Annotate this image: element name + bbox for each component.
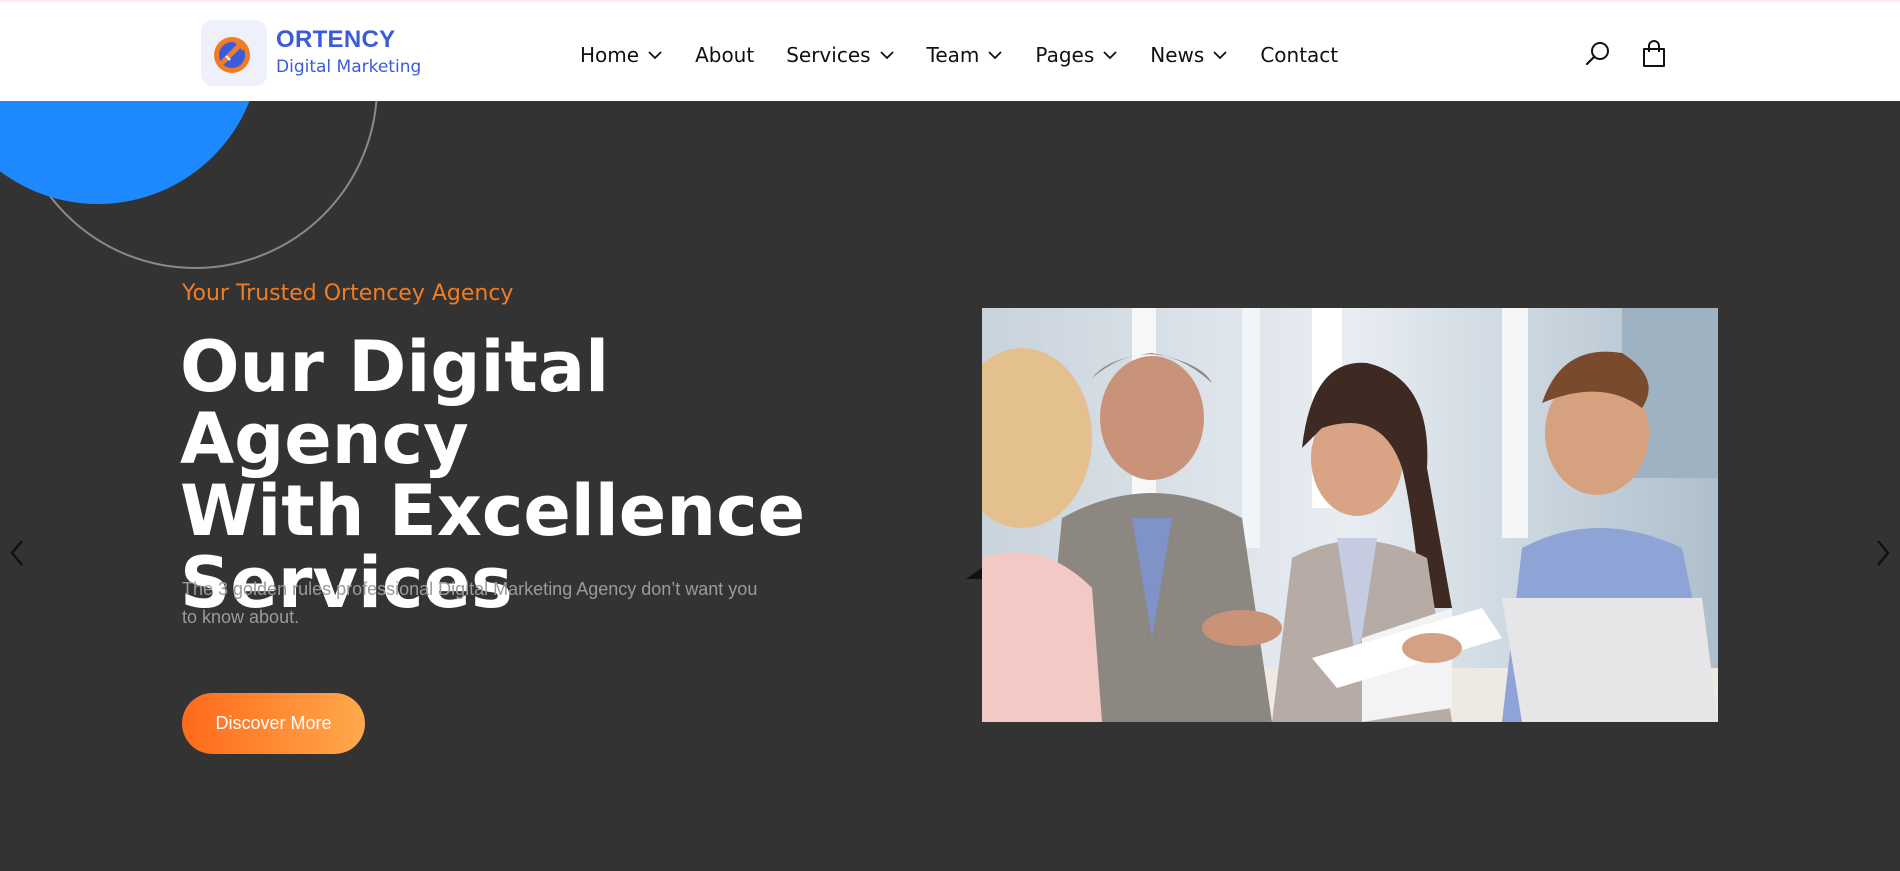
brand-tagline: Digital Marketing <box>276 57 422 77</box>
nav-item-label: Pages <box>1035 43 1095 67</box>
nav-item-team[interactable]: Team <box>927 43 1004 67</box>
chevron-down-icon <box>879 50 895 60</box>
hero-subtitle: Your Trusted Ortencey Agency <box>182 281 514 306</box>
nav-item-services[interactable]: Services <box>786 43 894 67</box>
nav-item-news[interactable]: News <box>1150 43 1228 67</box>
shopping-bag-icon[interactable] <box>1640 40 1668 68</box>
headline-line: Our Digital Agency <box>180 326 610 480</box>
chevron-down-icon <box>1102 50 1118 60</box>
search-icon[interactable] <box>1584 40 1612 68</box>
nav-item-pages[interactable]: Pages <box>1035 43 1118 67</box>
nav-item-label: Team <box>926 43 980 67</box>
chevron-left-icon[interactable] <box>0 535 32 571</box>
headline-line: With Excellence <box>180 470 806 552</box>
chevron-down-icon <box>987 50 1003 60</box>
nav-item-about[interactable]: About <box>695 43 754 67</box>
brand-name: ORTENCY <box>276 26 396 53</box>
nav-item-label: News <box>1150 43 1205 67</box>
nav-item-label: Home <box>580 43 640 67</box>
decorative-circles <box>0 101 378 269</box>
chevron-down-icon <box>1212 50 1228 60</box>
brand-logo[interactable]: ORTENCY Digital Marketing <box>201 20 421 86</box>
rocket-arrow-icon <box>201 20 267 86</box>
discover-more-button[interactable]: Discover More <box>182 693 365 754</box>
business-team-meeting-photo <box>982 308 1718 722</box>
nav-item-label: Services <box>786 43 871 67</box>
nav-item-contact[interactable]: Contact <box>1260 43 1338 67</box>
nav-item-home[interactable]: Home <box>580 43 663 67</box>
hero-description: The 3 golden rules professional Digital … <box>182 579 758 627</box>
site-header: ORTENCY Digital Marketing Home About Ser… <box>0 0 1900 101</box>
nav-item-label: About <box>695 43 755 67</box>
chevron-down-icon <box>647 50 663 60</box>
main-nav: Home About Services Team Pages News Cont… <box>580 40 1370 70</box>
chevron-right-icon[interactable] <box>1868 535 1900 571</box>
nav-item-label: Contact <box>1260 43 1339 67</box>
hero-section: Your Trusted Ortencey Agency Our Digital… <box>0 101 1900 871</box>
